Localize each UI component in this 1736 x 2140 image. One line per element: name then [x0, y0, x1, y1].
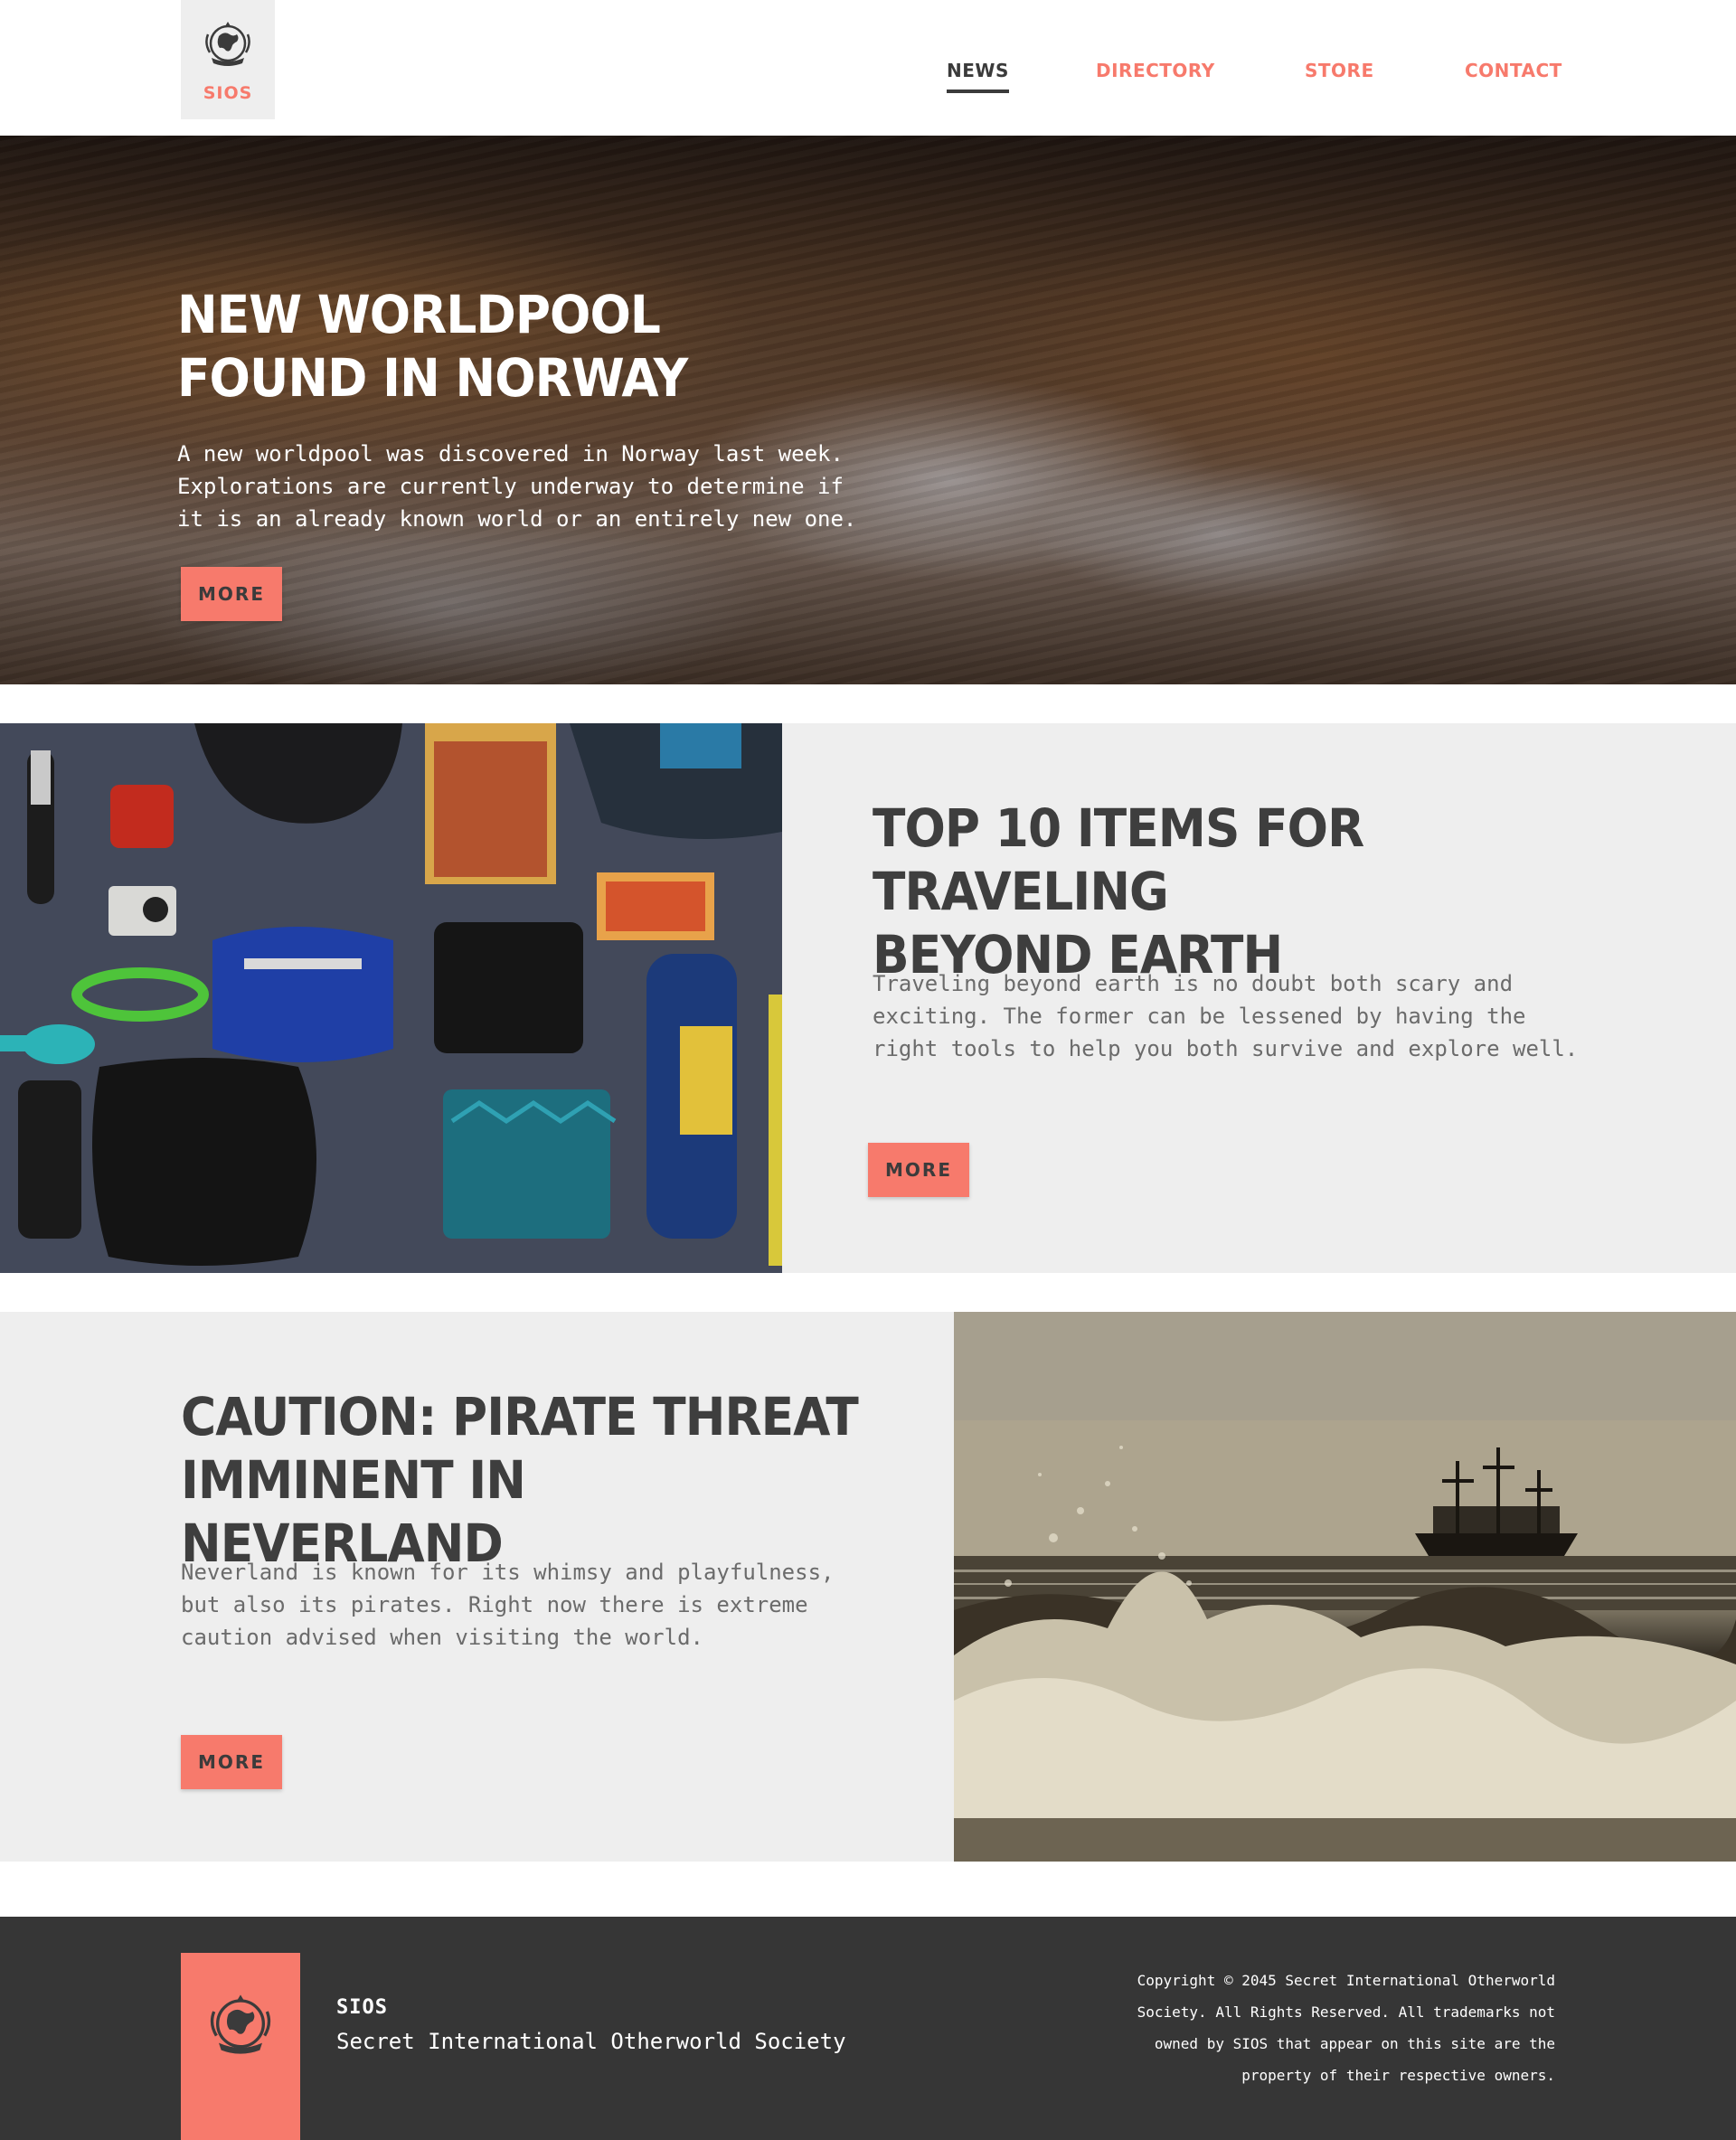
footer-org-name: Secret International Otherworld Society	[336, 2029, 846, 2054]
article-description: Traveling beyond earth is no doubt both …	[873, 967, 1686, 1065]
article-text-line: caution advised when visiting the world.	[181, 1625, 703, 1650]
site-header: SIOS NEWS DIRECTORY STORE CONTACT	[0, 0, 1736, 136]
article-more-button[interactable]: MORE	[868, 1143, 969, 1197]
site-logo[interactable]: SIOS	[181, 0, 275, 119]
article-text-line: right tools to help you both survive and…	[873, 1036, 1579, 1061]
hero-banner: NEW WORLDPOOL FOUND IN NORWAY A new worl…	[0, 136, 1736, 684]
article-description: Neverland is known for its whimsy and pl…	[181, 1556, 922, 1654]
hero-description: A new worldpool was discovered in Norway…	[177, 438, 882, 535]
article-title-line: CAUTION: PIRATE THREAT	[181, 1386, 859, 1447]
footer-copyright: Copyright © 2045 Secret International Ot…	[1058, 1965, 1555, 2091]
hero-title: NEW WORLDPOOL FOUND IN NORWAY	[177, 283, 760, 410]
copyright-line: owned by SIOS that appear on this site a…	[1154, 2035, 1555, 2052]
hero-text-line: Explorations are currently underway to d…	[177, 474, 844, 499]
article-travel-items: TOP 10 ITEMS FOR TRAVELING BEYOND EARTH …	[0, 723, 1736, 1273]
copyright-line: Society. All Rights Reserved. All tradem…	[1137, 2003, 1555, 2021]
copyright-line: Copyright © 2045 Secret International Ot…	[1137, 1972, 1555, 1989]
logo-label: SIOS	[203, 83, 253, 103]
footer-logo[interactable]	[181, 1953, 300, 2140]
hero-title-line: NEW WORLDPOOL	[177, 284, 661, 345]
article-text-line: but also its pirates. Right now there is…	[181, 1592, 808, 1617]
copyright-line: property of their respective owners.	[1241, 2067, 1555, 2084]
travel-gear-illustration	[0, 723, 782, 1273]
article-title: TOP 10 ITEMS FOR TRAVELING BEYOND EARTH	[873, 797, 1621, 986]
article-text-line: exciting. The former can be lessened by …	[873, 1004, 1526, 1029]
hero-more-button[interactable]: MORE	[181, 567, 282, 621]
article-text-line: Neverland is known for its whimsy and pl…	[181, 1560, 835, 1585]
nav-news[interactable]: NEWS	[947, 60, 1009, 93]
site-footer: SIOS Secret International Otherworld Soc…	[0, 1917, 1736, 2140]
article-title: CAUTION: PIRATE THREAT IMMINENT IN NEVER…	[181, 1385, 863, 1575]
hero-text-line: it is an already known world or an entir…	[177, 506, 857, 532]
article-pirate-threat: CAUTION: PIRATE THREAT IMMINENT IN NEVER…	[0, 1312, 1736, 1862]
hero-text-line: A new worldpool was discovered in Norway…	[177, 441, 844, 467]
pirate-ship-photo	[954, 1312, 1736, 1862]
nav-contact[interactable]: CONTACT	[1465, 60, 1562, 81]
hero-title-line: FOUND IN NORWAY	[177, 347, 688, 409]
article-title-line: TOP 10 ITEMS FOR TRAVELING	[873, 797, 1364, 922]
article-text-line: Traveling beyond earth is no doubt both …	[873, 971, 1514, 996]
globe-crest-icon	[205, 22, 250, 66]
nav-store[interactable]: STORE	[1305, 60, 1374, 81]
article-more-button[interactable]: MORE	[181, 1735, 282, 1789]
pirate-ship-illustration	[954, 1312, 1736, 1862]
footer-brand: SIOS	[336, 1996, 388, 2019]
globe-crest-icon	[210, 1994, 271, 2054]
travel-items-photo	[0, 723, 782, 1273]
nav-directory[interactable]: DIRECTORY	[1096, 60, 1215, 81]
